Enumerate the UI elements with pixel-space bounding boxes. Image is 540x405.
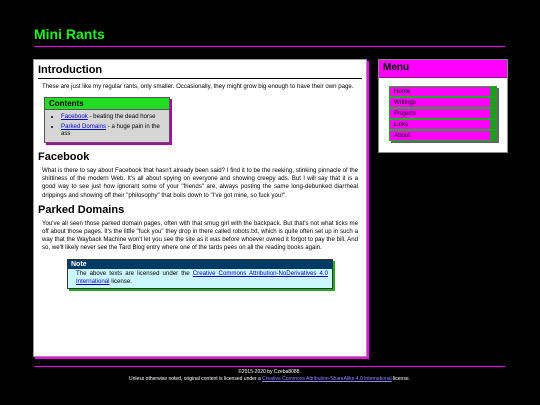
menu-item-links[interactable]: Links	[389, 119, 497, 130]
contents-box: Contents Facebook - beating the dead hor…	[44, 97, 170, 143]
menu-item-projects[interactable]: Projects	[389, 108, 497, 119]
note-title: Note	[68, 259, 332, 269]
main-content: Introduction These are just like my regu…	[33, 59, 367, 357]
menu-link-links[interactable]: Links	[394, 121, 408, 128]
parked-domains-heading: Parked Domains	[38, 203, 125, 216]
intro-text: These are just like my regular rants, on…	[42, 83, 354, 90]
footer-license-link[interactable]: Creative Commons Attribution-ShareAlike …	[262, 376, 392, 382]
contents-item-facebook: Facebook - beating the dead horse	[61, 113, 169, 121]
menu-link-projects[interactable]: Projects	[394, 110, 416, 117]
menu-item-home[interactable]: Home	[389, 86, 497, 97]
intro-heading: Introduction	[38, 64, 362, 79]
footer-license-end: license.	[391, 376, 410, 382]
contents-link-facebook[interactable]: Facebook	[61, 113, 88, 120]
menu-panel: Menu Home Writings Projects Links About	[378, 59, 508, 153]
facebook-heading: Facebook	[38, 150, 90, 163]
note-text-end: license.	[109, 277, 132, 285]
contents-title: Contents	[45, 98, 169, 111]
contents-item-desc: - beating the dead horse	[87, 113, 156, 121]
menu-link-about[interactable]: About	[394, 132, 410, 139]
footer-license: Unless otherwise noted, original content…	[34, 376, 505, 383]
site-header: Mini Rants	[34, 26, 505, 47]
note-body: The above texts are licensed under the C…	[68, 269, 332, 288]
note-text: The above texts are licensed under the	[76, 269, 193, 277]
menu-item-writings[interactable]: Writings	[389, 97, 497, 108]
parked-domains-text: You've all seen those parked domain page…	[42, 219, 358, 252]
note-box: Note The above texts are licensed under …	[67, 258, 333, 290]
menu-title: Menu	[379, 60, 507, 78]
contents-list: Facebook - beating the dead horse Parked…	[45, 113, 169, 138]
menu-link-home[interactable]: Home	[394, 88, 410, 95]
contents-item-parked-domains: Parked Domains - a huge pain in the ass	[61, 123, 169, 138]
facebook-text: What is there to say about Facebook that…	[42, 166, 358, 199]
contents-link-parked-domains[interactable]: Parked Domains	[61, 123, 106, 130]
footer-license-text: Unless otherwise noted, original content…	[129, 376, 263, 382]
menu-item-about[interactable]: About	[389, 130, 497, 141]
footer-copyright: ©2015-2020 by Czeba8088.	[238, 369, 301, 375]
menu-link-writings[interactable]: Writings	[394, 99, 416, 106]
menu-list: Home Writings Projects Links About	[389, 86, 497, 141]
site-title: Mini Rants	[34, 26, 105, 42]
site-footer: ©2015-2020 by Czeba8088. Unless otherwis…	[34, 366, 505, 383]
